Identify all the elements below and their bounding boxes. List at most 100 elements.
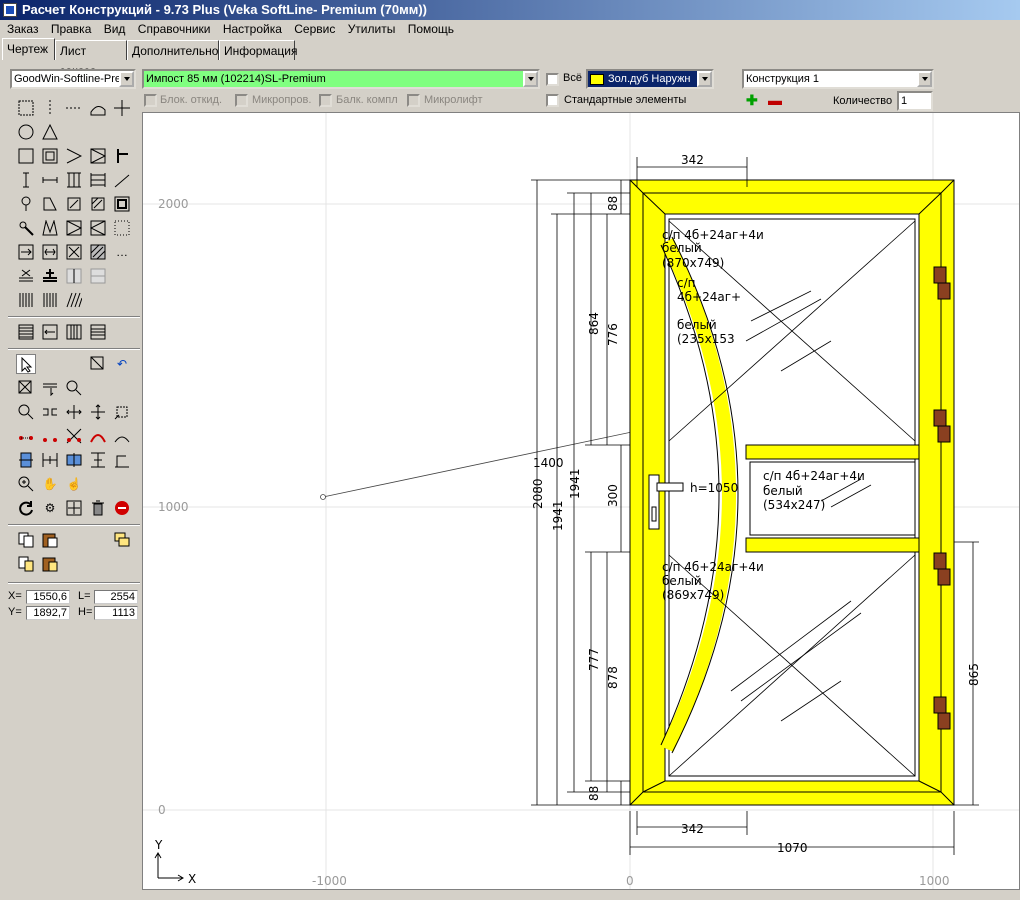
points-radius-icon[interactable] [40, 426, 60, 446]
select-window-icon[interactable] [88, 354, 108, 374]
opening-right-icon[interactable] [64, 218, 84, 238]
horizontal-bars-icon[interactable] [88, 170, 108, 190]
diagonal-line-icon[interactable] [112, 170, 132, 190]
menu-order[interactable]: Заказ [7, 22, 38, 36]
cut-icon[interactable] [16, 266, 36, 286]
select-point-icon[interactable] [64, 378, 84, 398]
vertical-lines-icon[interactable] [16, 290, 36, 310]
impost-combo[interactable]: Импост 85 мм (102214)SL-Premium [142, 69, 540, 89]
color-combo[interactable]: Зол.дуб Наружн [586, 69, 714, 89]
arc-icon[interactable] [88, 426, 108, 446]
rows-icon[interactable] [88, 322, 108, 342]
menu-view[interactable]: Вид [104, 22, 126, 36]
trash-icon[interactable] [88, 498, 108, 518]
microlift-checkbox[interactable] [407, 94, 420, 107]
arrow-right-icon[interactable] [64, 146, 84, 166]
all-checkbox[interactable] [546, 73, 559, 86]
select-rect-icon[interactable] [16, 98, 36, 118]
horizontal-dash-icon[interactable] [64, 98, 84, 118]
settings-gear-icon[interactable]: ⚙ [40, 498, 60, 518]
paste-icon[interactable] [40, 530, 60, 550]
dim-equal-icon[interactable] [40, 450, 60, 470]
select-impost-icon[interactable] [40, 378, 60, 398]
resize-horizontal-icon[interactable] [40, 322, 60, 342]
diagonal-lines-icon[interactable] [64, 290, 84, 310]
quantity-input[interactable]: 1 [897, 91, 933, 111]
pointer-icon[interactable] [16, 354, 36, 374]
chevron-down-icon[interactable] [119, 71, 134, 87]
sash-icon[interactable] [40, 146, 60, 166]
dotted-frame-icon[interactable] [112, 218, 132, 238]
connect-icon[interactable] [40, 402, 60, 422]
hatch-box-icon[interactable] [88, 242, 108, 262]
split-vertical-icon[interactable] [64, 266, 84, 286]
triangle-icon[interactable] [40, 122, 60, 142]
point-hand-icon[interactable]: ☝ [64, 474, 84, 494]
dim-vertical-icon[interactable] [88, 450, 108, 470]
columns-icon[interactable] [64, 322, 84, 342]
vertical-dash-icon[interactable] [40, 98, 60, 118]
move-tool-icon[interactable] [112, 98, 132, 118]
drawing-canvas[interactable]: 2000 1000 0 -1000 0 1000 Y X 1400 h=1050… [142, 112, 1020, 890]
handle-icon[interactable] [112, 146, 132, 166]
profile-combo[interactable]: GoodWin-Softline-Prem [10, 69, 136, 89]
tab-drawing[interactable]: Чертеж [2, 38, 55, 60]
spread-vertical-icon[interactable] [88, 402, 108, 422]
tab-information[interactable]: Информация [219, 40, 297, 60]
paste-list-icon[interactable] [40, 554, 60, 574]
chevron-down-icon[interactable] [523, 71, 538, 87]
menu-help[interactable]: Помощь [408, 22, 454, 36]
horizontal-impost-icon[interactable] [40, 170, 60, 190]
micro-vent-checkbox[interactable] [235, 94, 248, 107]
opening-icon[interactable] [88, 146, 108, 166]
more-tools-icon[interactable]: … [112, 242, 132, 262]
menu-service[interactable]: Сервис [294, 22, 335, 36]
points-cross-icon[interactable] [64, 426, 84, 446]
circle-icon[interactable] [16, 122, 36, 142]
copy-list-icon[interactable] [16, 554, 36, 574]
stop-icon[interactable] [112, 498, 132, 518]
opening-left-icon[interactable] [88, 218, 108, 238]
refresh-icon[interactable] [16, 498, 36, 518]
select-sash-icon[interactable] [16, 378, 36, 398]
layers-icon[interactable] [112, 530, 132, 550]
hatch-horizontal-icon[interactable] [16, 322, 36, 342]
glass-tool-icon[interactable] [64, 194, 84, 214]
construction-combo[interactable]: Конструкция 1 [742, 69, 934, 89]
fill-tool-icon[interactable] [88, 194, 108, 214]
remove-construction-icon[interactable]: ▬ [768, 93, 782, 107]
chevron-down-icon[interactable] [917, 71, 932, 87]
menu-utilities[interactable]: Утилиты [348, 22, 396, 36]
double-frame-icon[interactable] [112, 194, 132, 214]
trapezoid-icon[interactable] [40, 218, 60, 238]
vertical-lines-alt-icon[interactable] [40, 290, 60, 310]
chevron-down-icon[interactable] [697, 71, 712, 87]
arc-radius-icon[interactable] [112, 426, 132, 446]
cross-box-icon[interactable] [64, 242, 84, 262]
split-horizontal-icon[interactable] [88, 266, 108, 286]
dim-height-icon[interactable] [64, 450, 84, 470]
add-construction-icon[interactable]: ✚ [746, 93, 758, 107]
vertical-impost-icon[interactable] [16, 170, 36, 190]
points-icon[interactable] [16, 426, 36, 446]
tab-order-sheet[interactable]: Лист заказа [55, 40, 127, 78]
copy-icon[interactable] [16, 530, 36, 550]
spread-horizontal-icon[interactable] [64, 402, 84, 422]
zoom-icon[interactable] [16, 474, 36, 494]
wrench-icon[interactable] [16, 218, 36, 238]
arc-center-point[interactable] [320, 494, 326, 500]
menu-references[interactable]: Справочники [138, 22, 211, 36]
zoom-xy-icon[interactable] [16, 402, 36, 422]
tab-additional[interactable]: Дополнительно [127, 40, 219, 60]
shape-tool-icon[interactable] [40, 194, 60, 214]
dim-height-h-icon[interactable] [112, 450, 132, 470]
scale-icon[interactable] [112, 402, 132, 422]
undo-icon[interactable]: ↶ [112, 354, 132, 374]
move-all-icon[interactable] [64, 498, 84, 518]
joint-icon[interactable] [40, 266, 60, 286]
arrow-both-box-icon[interactable] [40, 242, 60, 262]
standard-elements-checkbox[interactable] [546, 94, 559, 107]
menu-edit[interactable]: Правка [51, 22, 92, 36]
radius-tool-icon[interactable] [88, 98, 108, 118]
pan-hand-icon[interactable]: ✋ [40, 474, 60, 494]
